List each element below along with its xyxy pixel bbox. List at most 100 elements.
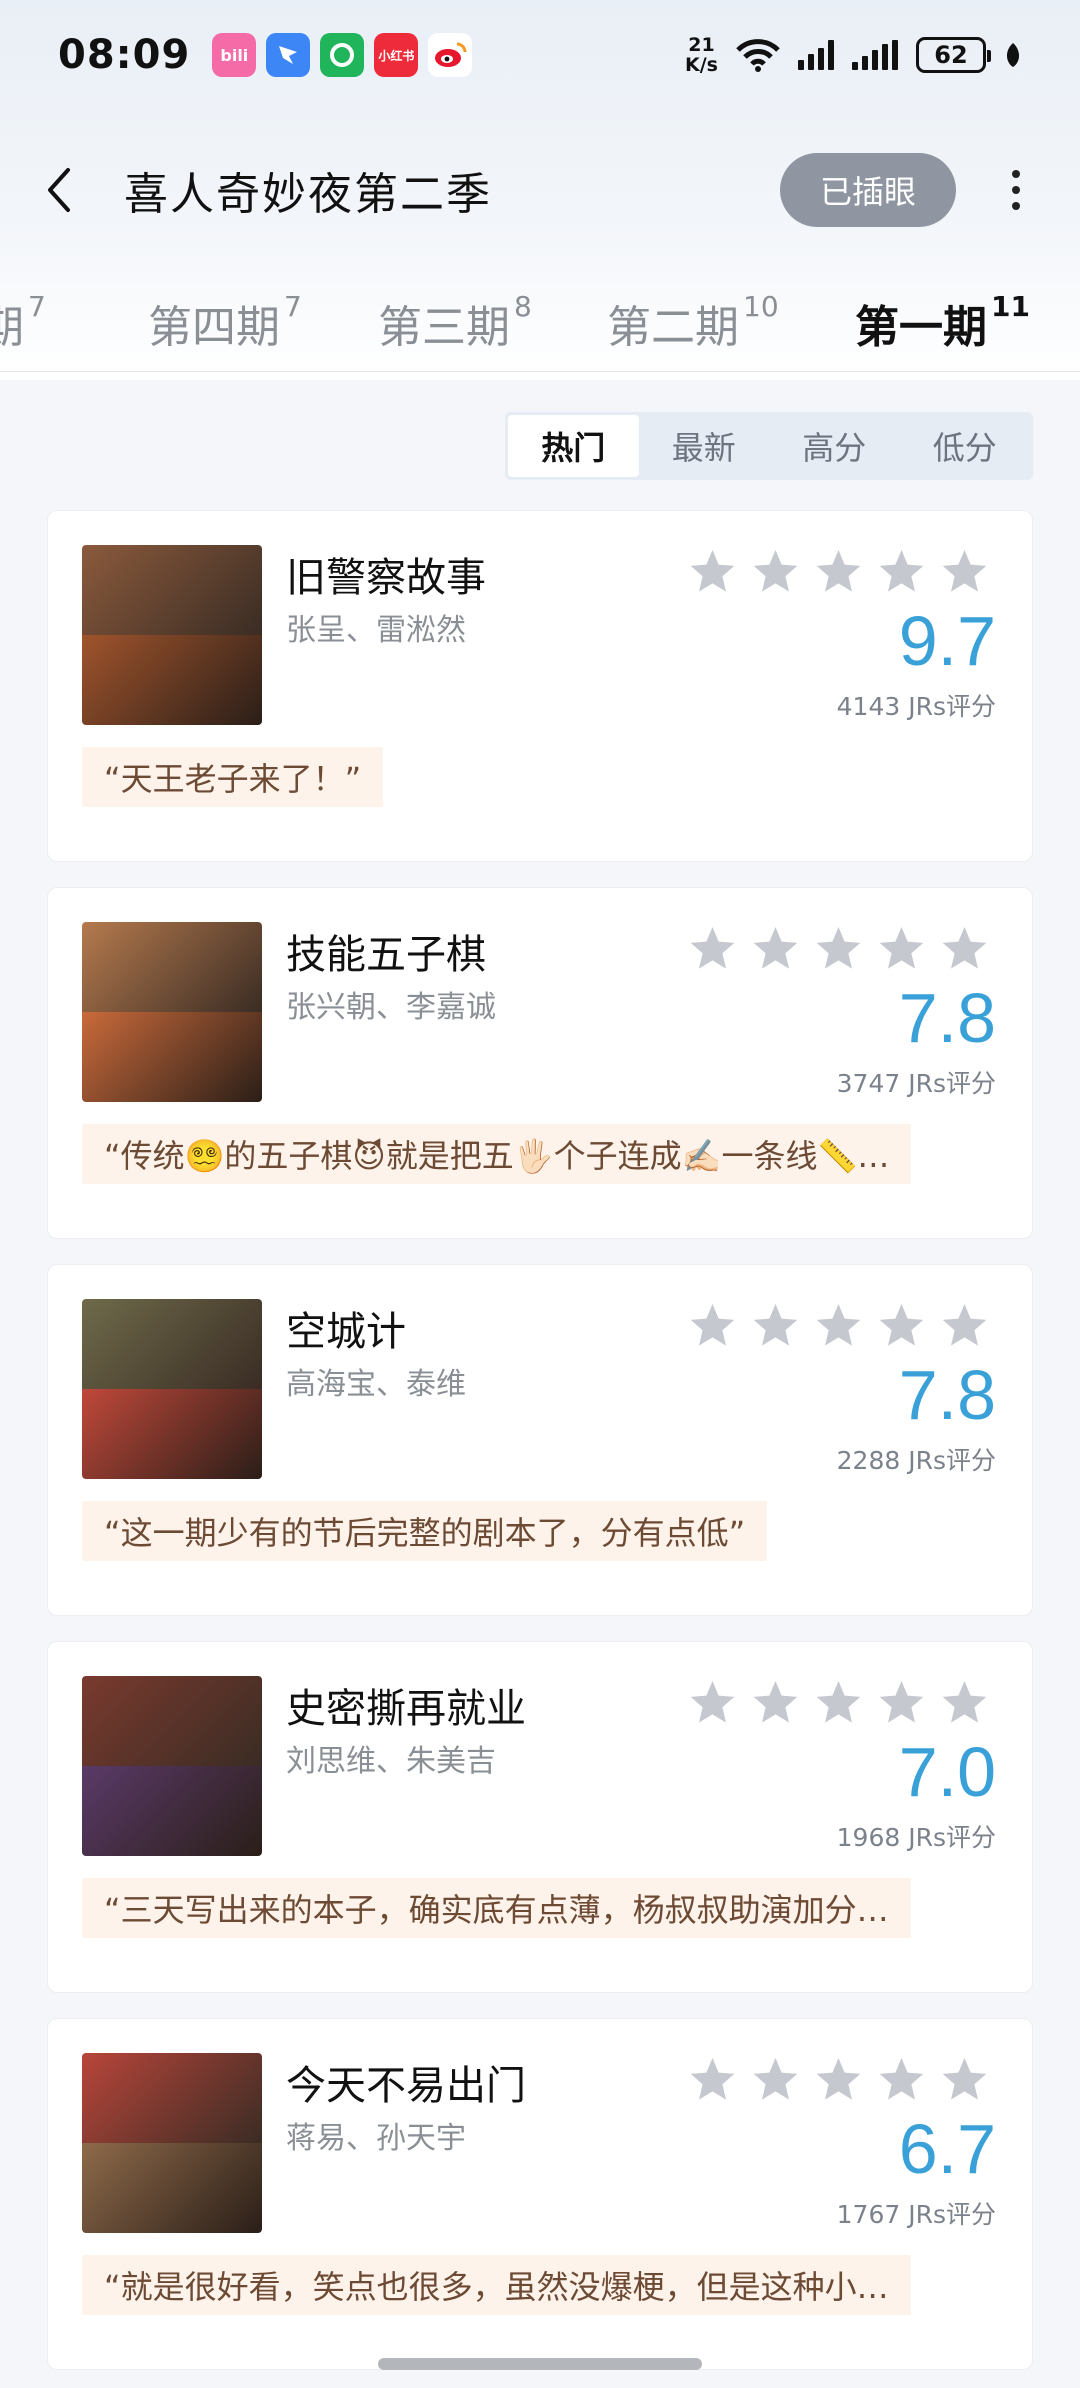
star-icon[interactable] [814, 924, 863, 973]
item-card[interactable]: 空城计 高海宝、泰维 7.8 2288 JRs评分 “这一期少有的节后完整的剧本… [47, 1264, 1033, 1616]
item-title: 史密撕再就业 [286, 1686, 526, 1732]
sort-high-score[interactable]: 高分 [769, 415, 900, 477]
item-cast: 张呈、雷淞然 [286, 613, 466, 648]
item-cast: 高海宝、泰维 [286, 1367, 466, 1402]
star-icon[interactable] [751, 1301, 800, 1350]
item-top-comment[interactable]: “天王老子来了！” [82, 747, 384, 807]
item-cast: 蒋易、孙天宇 [286, 2121, 466, 2156]
item-vote-count: 2288 JRs评分 [836, 1446, 996, 1475]
more-dot-icon [1012, 186, 1020, 194]
item-cast: 刘思维、朱美吉 [286, 1744, 496, 1779]
star-icon[interactable] [751, 1678, 800, 1727]
item-cast: 张兴朝、李嘉诚 [286, 990, 496, 1025]
item-vote-count: 1968 JRs评分 [836, 1823, 996, 1852]
more-dot-icon [1012, 170, 1020, 178]
star-icon[interactable] [877, 1678, 926, 1727]
sort-hot[interactable]: 热门 [508, 415, 639, 477]
star-icon[interactable] [688, 1301, 737, 1350]
network-speed: 21 K/s [685, 34, 718, 76]
xiaohongshu-icon: 小红书 [374, 33, 419, 77]
app-header: 喜人奇妙夜第二季 已插眼 [0, 140, 1080, 240]
weibo-icon [428, 33, 473, 77]
leaf-icon [1006, 43, 1020, 67]
bookmarked-button[interactable]: 已插眼 [779, 153, 956, 227]
tab-episode-3[interactable]: 第三期 8 [378, 290, 532, 355]
star-icon[interactable] [814, 1678, 863, 1727]
dingtalk-icon [266, 33, 311, 77]
item-score: 6.7 [898, 2110, 996, 2188]
item-title: 空城计 [286, 1309, 406, 1355]
bilibili-icon: bili [212, 33, 257, 77]
star-icon[interactable] [688, 547, 737, 596]
notification-app-icons: bili 小红书 [212, 33, 473, 77]
item-title: 今天不易出门 [286, 2063, 526, 2109]
more-options-button[interactable] [996, 160, 1036, 220]
sort-low-score[interactable]: 低分 [900, 415, 1031, 477]
item-top-comment[interactable]: “就是很好看，笑点也很多，虽然没爆梗，但是这种小… [82, 2255, 911, 2315]
star-icon[interactable] [877, 1301, 926, 1350]
star-icon[interactable] [751, 547, 800, 596]
item-vote-count: 4143 JRs评分 [836, 692, 996, 721]
star-icon[interactable] [688, 2055, 737, 2104]
rating-stars [688, 1301, 989, 1350]
signal-strength-icon [798, 40, 834, 70]
rating-stars [688, 1678, 989, 1727]
star-icon[interactable] [877, 547, 926, 596]
wifi-icon [736, 39, 780, 72]
green-app-icon [320, 33, 365, 77]
item-card[interactable]: 今天不易出门 蒋易、孙天宇 6.7 1767 JRs评分 “就是很好看，笑点也很… [47, 2018, 1033, 2370]
star-icon[interactable] [688, 1678, 737, 1727]
item-thumbnail [82, 2053, 262, 2233]
sort-latest[interactable]: 最新 [639, 415, 770, 477]
item-thumbnail [82, 922, 262, 1102]
star-icon[interactable] [940, 1301, 989, 1350]
star-icon[interactable] [751, 924, 800, 973]
item-card[interactable]: 旧警察故事 张呈、雷淞然 9.7 4143 JRs评分 “天王老子来了！” [47, 510, 1033, 862]
star-icon[interactable] [877, 2055, 926, 2104]
tab-episode-partial[interactable]: 期7 [0, 290, 46, 355]
star-icon[interactable] [814, 2055, 863, 2104]
star-icon[interactable] [940, 547, 989, 596]
item-top-comment[interactable]: “三天写出来的本子，确实底有点薄，杨叔叔助演加分… [82, 1878, 911, 1938]
tab-episode-1[interactable]: 第一期 11 [855, 290, 1030, 355]
signal-strength-2-icon [852, 40, 898, 70]
star-icon[interactable] [940, 2055, 989, 2104]
item-title: 技能五子棋 [286, 932, 486, 978]
back-button[interactable] [44, 160, 94, 220]
chevron-left-icon [48, 168, 70, 212]
item-vote-count: 3747 JRs评分 [836, 1069, 996, 1098]
item-score: 9.7 [898, 602, 996, 680]
tab-episode-4[interactable]: 第四期 7 [148, 290, 302, 355]
status-time: 08:09 [58, 32, 191, 78]
item-score: 7.8 [898, 979, 996, 1057]
star-icon[interactable] [940, 924, 989, 973]
rating-stars [688, 2055, 989, 2104]
item-vote-count: 1767 JRs评分 [836, 2200, 996, 2229]
item-thumbnail [82, 545, 262, 725]
star-icon[interactable] [940, 1678, 989, 1727]
rating-stars [688, 547, 989, 596]
tab-episode-2[interactable]: 第二期 10 [607, 290, 779, 355]
item-card[interactable]: 史密撕再就业 刘思维、朱美吉 7.0 1968 JRs评分 “三天写出来的本子，… [47, 1641, 1033, 1993]
item-card[interactable]: 技能五子棋 张兴朝、李嘉诚 7.8 3747 JRs评分 “传统😵‍💫的五子棋😈… [47, 887, 1033, 1239]
page-title: 喜人奇妙夜第二季 [124, 169, 492, 220]
item-score: 7.8 [898, 1356, 996, 1434]
star-icon[interactable] [688, 924, 737, 973]
more-dot-icon [1012, 202, 1020, 210]
item-top-comment[interactable]: “这一期少有的节后完整的剧本了，分有点低” [82, 1501, 768, 1561]
rating-stars [688, 924, 989, 973]
item-top-comment[interactable]: “传统😵‍💫的五子棋😈就是把五🖐🏻个子连成✍🏻一条线📏… [82, 1124, 912, 1184]
home-indicator[interactable] [378, 2358, 702, 2370]
status-bar: 08:09 bili 小红书 21 K/s 62 [0, 0, 1080, 110]
episode-tabs: 期7 第四期7 第三期8 第二期10 第一期11 [0, 262, 1080, 372]
star-icon[interactable] [877, 924, 926, 973]
item-thumbnail [82, 1299, 262, 1479]
battery-icon: 62 [916, 37, 991, 73]
star-icon[interactable] [814, 547, 863, 596]
sort-segmented-control: 热门 最新 高分 低分 [505, 412, 1033, 480]
star-icon[interactable] [751, 2055, 800, 2104]
star-icon[interactable] [814, 1301, 863, 1350]
item-score: 7.0 [898, 1733, 996, 1811]
item-thumbnail [82, 1676, 262, 1856]
item-title: 旧警察故事 [286, 555, 486, 601]
